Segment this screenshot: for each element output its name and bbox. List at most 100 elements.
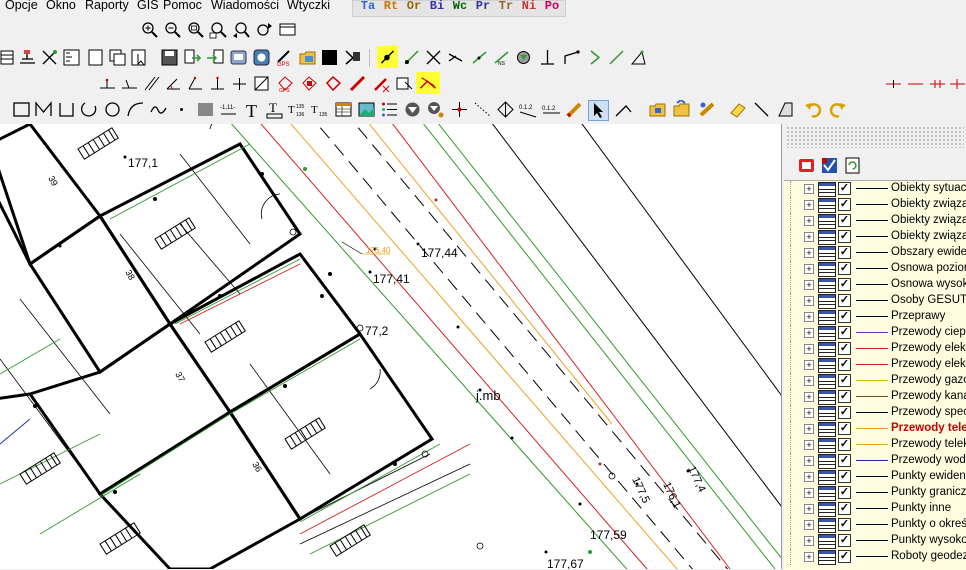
- layer-row[interactable]: + ✓ Obiekty związan: [784, 197, 966, 213]
- circle-icon[interactable]: [103, 100, 122, 119]
- expand-icon[interactable]: +: [804, 280, 814, 290]
- highlight-cut-icon[interactable]: [416, 72, 440, 94]
- expand-icon[interactable]: +: [804, 392, 814, 402]
- expand-icon[interactable]: +: [804, 184, 814, 194]
- layer-checkbox[interactable]: ✓: [838, 294, 851, 307]
- layer-checkbox[interactable]: ✓: [838, 486, 851, 499]
- layer-checkbox[interactable]: ✓: [838, 374, 851, 387]
- page-icon[interactable]: [86, 48, 105, 67]
- expand-icon[interactable]: +: [804, 456, 814, 466]
- height-text-icon[interactable]: T 135: [311, 100, 330, 119]
- layer-row[interactable]: + ✓ Przewody gazow: [784, 373, 966, 389]
- layer-checkbox[interactable]: ✓: [838, 342, 851, 355]
- undo-icon[interactable]: [804, 100, 823, 119]
- save-icon[interactable]: [160, 48, 179, 67]
- layer-row[interactable]: + ✓ Przewody specja: [784, 405, 966, 421]
- layer-row[interactable]: + ✓ Obiekty związan: [784, 213, 966, 229]
- eraser-icon[interactable]: [728, 100, 747, 119]
- curve-icon[interactable]: [126, 100, 145, 119]
- select-icon[interactable]: [130, 48, 149, 67]
- menu-raporty[interactable]: Raporty: [85, 0, 129, 12]
- layer-row[interactable]: + ✓ Punkty graniczn: [784, 485, 966, 501]
- numbering-icon[interactable]: 0.1.2: [542, 100, 561, 119]
- expand-icon[interactable]: +: [804, 296, 814, 306]
- join-icon[interactable]: [230, 74, 249, 93]
- clip-icon[interactable]: [395, 74, 414, 93]
- line-style-icon[interactable]: [928, 74, 947, 93]
- text-box-icon[interactable]: T: [265, 100, 284, 119]
- zoom-window-icon[interactable]: [186, 20, 205, 39]
- layer-row[interactable]: + ✓ Przewody wodoc: [784, 453, 966, 469]
- expand-icon[interactable]: +: [804, 376, 814, 386]
- layer-row[interactable]: + ✓ Przewody teleko: [784, 437, 966, 453]
- layer-row[interactable]: + ✓ Osoby GESUT: [784, 293, 966, 309]
- expand-icon[interactable]: +: [804, 216, 814, 226]
- text-icon[interactable]: T: [243, 100, 262, 119]
- offset-icon[interactable]: [120, 74, 139, 93]
- perpendicular-icon[interactable]: [470, 48, 489, 67]
- snap-icon[interactable]: [40, 48, 59, 67]
- expand-icon[interactable]: +: [804, 312, 814, 322]
- numbering-icon[interactable]: 0.1.2: [519, 100, 538, 119]
- ruler-icon[interactable]: [62, 48, 81, 67]
- edit-object-icon[interactable]: [698, 100, 717, 119]
- circle-snap-icon[interactable]: [514, 48, 533, 67]
- viewport-icon[interactable]: [278, 20, 297, 39]
- layer-row[interactable]: + ✓ Przewody tele: [784, 421, 966, 437]
- cursor-icon[interactable]: [588, 100, 609, 121]
- polyline-icon[interactable]: [34, 100, 53, 119]
- layer-tab-ni[interactable]: Ni: [520, 0, 538, 13]
- tilt-icon[interactable]: [324, 74, 343, 93]
- intersection-icon[interactable]: [424, 48, 443, 67]
- align-icon[interactable]: [538, 48, 557, 67]
- fill-color-icon[interactable]: [320, 48, 339, 67]
- expand-icon[interactable]: +: [804, 424, 814, 434]
- menu-wiadomosci[interactable]: Wiadomości: [211, 0, 279, 12]
- layer-row[interactable]: + ✓ Przewody elektr: [784, 341, 966, 357]
- expand-icon[interactable]: +: [804, 328, 814, 338]
- menu-pomoc[interactable]: Pomoc: [163, 0, 202, 12]
- parallel-line-icon[interactable]: [142, 74, 161, 93]
- crosshair-icon[interactable]: [450, 100, 469, 119]
- layer-checkbox[interactable]: ✓: [838, 246, 851, 259]
- zoom-in-icon[interactable]: [140, 20, 159, 39]
- height-label-icon[interactable]: T 135 136: [288, 100, 307, 119]
- open-rect-icon[interactable]: [57, 100, 76, 119]
- layer-tab-pr[interactable]: Pr: [474, 0, 492, 13]
- layer-row[interactable]: + ✓ Obszary ewidenc: [784, 245, 966, 261]
- layer-checkbox[interactable]: ✓: [838, 422, 851, 435]
- menu-wtyczki[interactable]: Wtyczki: [287, 0, 330, 12]
- layer-checkbox[interactable]: ✓: [838, 454, 851, 467]
- pencil-icon[interactable]: [565, 100, 584, 119]
- clip-icon[interactable]: [372, 74, 391, 93]
- expand-icon[interactable]: +: [804, 520, 814, 530]
- midpoint-icon[interactable]: [585, 48, 604, 67]
- layer-checkbox[interactable]: ✓: [838, 406, 851, 419]
- layer-row[interactable]: + ✓ Punkty wysokoś: [784, 533, 966, 549]
- line-style-icon[interactable]: [884, 74, 903, 93]
- copy-icon[interactable]: [108, 48, 127, 67]
- layer-checkbox[interactable]: ✓: [838, 230, 851, 243]
- slope-icon[interactable]: [776, 100, 795, 119]
- menu-gis[interactable]: GIS: [137, 0, 159, 12]
- zoom-extents-icon[interactable]: [209, 20, 228, 39]
- expand-icon[interactable]: +: [804, 360, 814, 370]
- import-icon[interactable]: [206, 48, 225, 67]
- layer-checkbox[interactable]: ✓: [838, 502, 851, 515]
- expand-icon[interactable]: +: [804, 488, 814, 498]
- expand-icon[interactable]: +: [804, 200, 814, 210]
- layer-tab-bi[interactable]: Bi: [428, 0, 446, 13]
- edit-vertex-icon[interactable]: [614, 100, 633, 119]
- expand-icon[interactable]: +: [804, 504, 814, 514]
- cut-icon[interactable]: [348, 74, 367, 93]
- layer-row[interactable]: + ✓ Przeprawy: [784, 309, 966, 325]
- stamp-icon[interactable]: [343, 48, 362, 67]
- symbol-dropdown-icon[interactable]: [426, 100, 445, 119]
- rectangle-icon[interactable]: [12, 100, 31, 119]
- layer-tab-rt[interactable]: Rt: [382, 0, 400, 13]
- layer-checkbox[interactable]: ✓: [838, 310, 851, 323]
- layer-tab-wc[interactable]: Wc: [451, 0, 469, 13]
- layer-checkbox[interactable]: ✓: [838, 358, 851, 371]
- folder-icon[interactable]: [298, 48, 317, 67]
- point-snap-icon[interactable]: [377, 46, 398, 68]
